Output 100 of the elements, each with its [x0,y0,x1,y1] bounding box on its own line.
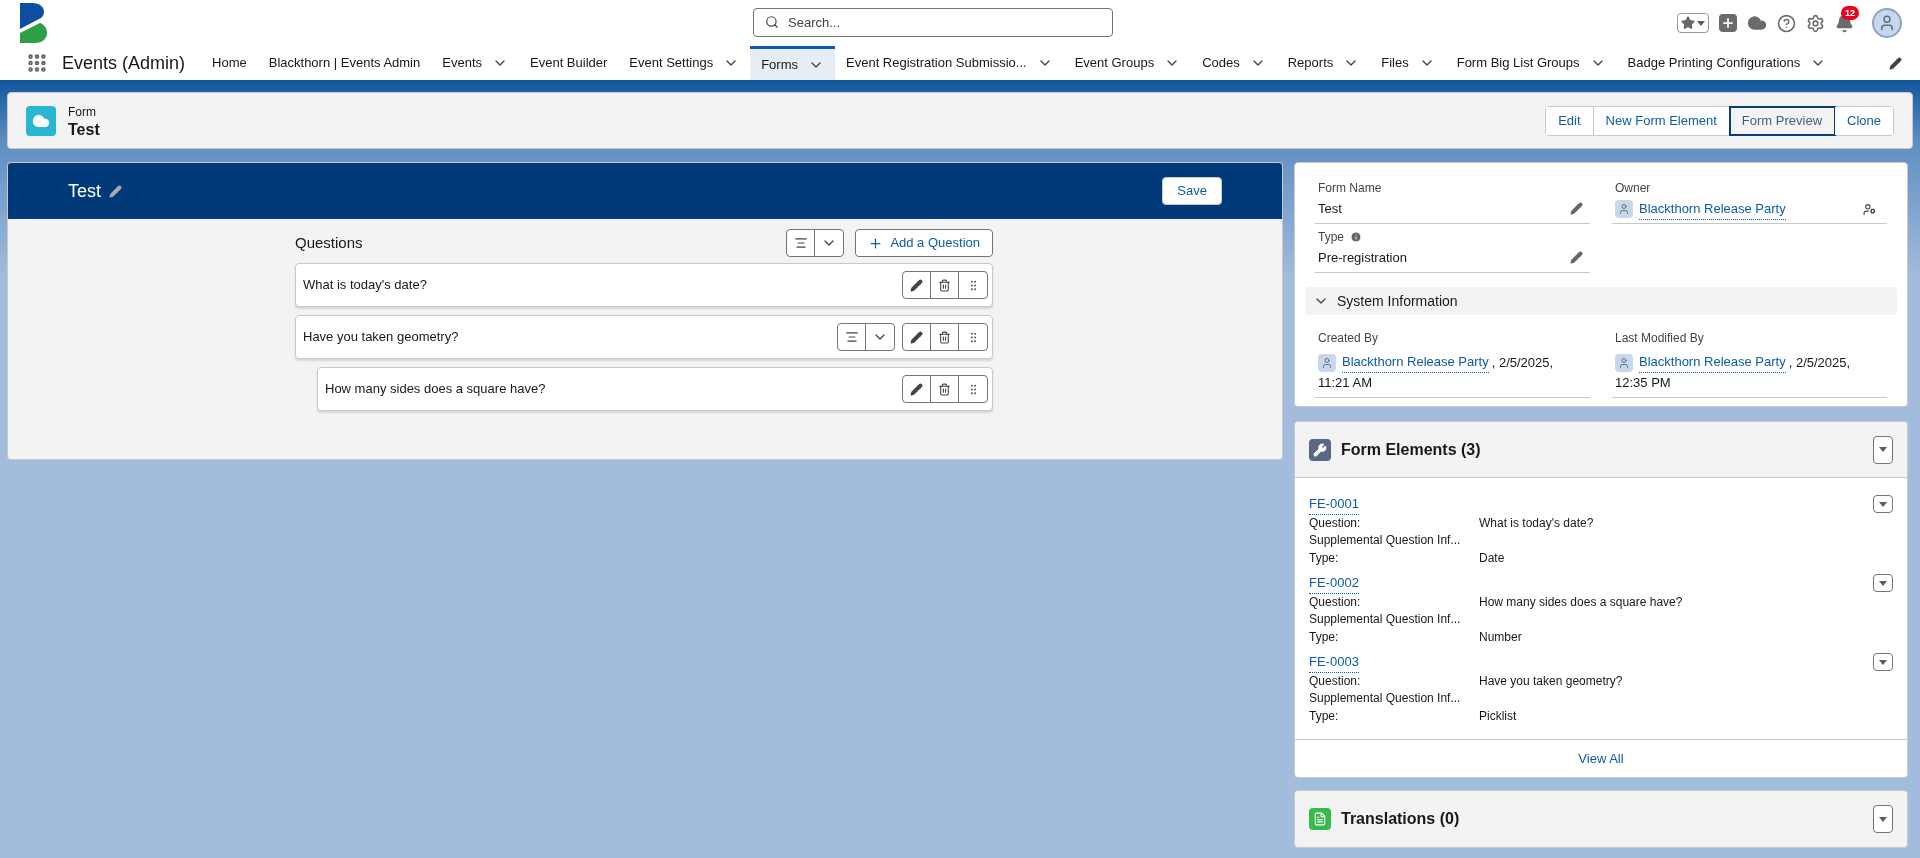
menu-button[interactable] [1873,435,1893,464]
nav-tab[interactable]: Blackthorn | Events Admin [257,46,432,80]
object-label: Form [68,103,97,121]
nav-tab[interactable]: Event Builder [519,46,619,80]
owner-link[interactable]: Blackthorn Release Party [1639,199,1786,220]
nav-tab[interactable]: Home [201,46,258,80]
logo-icon [18,3,48,43]
pencil-icon [910,330,923,344]
trash-icon [938,278,951,292]
settings-icon[interactable] [1806,13,1825,33]
caret-icon [1879,447,1887,452]
menu-button[interactable] [1873,653,1893,672]
row-value: Have you taken geometry? [1479,672,1623,690]
app-name: Events (Admin) [62,51,186,75]
time-text: 11:21 AM [1318,374,1373,392]
field-value: Pre-registration [1318,249,1407,267]
row-label: Supplemental Question Inf... [1309,690,1462,707]
avatar-icon[interactable] [1872,8,1902,38]
caret-icon [1879,816,1887,822]
view-all-link[interactable]: View All [1578,748,1624,769]
date-text: , 2/5/2025, [1788,353,1851,372]
trash-icon [938,330,951,344]
question-text: Have you taken geometry? [303,328,460,347]
card-title[interactable]: Form Elements (3) [1341,437,1481,462]
row-value: Date [1479,549,1505,567]
questions-heading: Questions [295,232,364,253]
nav-tab[interactable]: Event Groups [1063,46,1192,80]
avatar-icon [1615,353,1633,372]
row-label: Type: [1309,628,1340,646]
nav-tab[interactable]: Event Registration Submissio... [835,46,1064,80]
nav-tab[interactable]: Files [1370,46,1446,80]
row-label: Supplemental Question Inf... [1309,532,1462,549]
row-label: Supplemental Question Inf... [1309,611,1462,628]
align-icon [844,330,859,344]
card-title[interactable]: Translations (0) [1341,807,1460,831]
branching-control[interactable] [837,323,895,351]
info-icon[interactable] [1350,231,1362,243]
nav-tab[interactable]: Reports [1276,46,1371,80]
search-field[interactable]: Search... [753,8,1113,37]
element-link[interactable]: FE-0002 [1309,573,1359,594]
user-link[interactable]: Blackthorn Release Party [1342,352,1489,373]
nav-tab[interactable]: Event Settings [618,46,751,80]
search-icon [765,15,779,29]
star-icon [1681,16,1695,30]
question-card[interactable]: Have you taken geometry? [295,315,993,359]
document-icon [1309,808,1331,830]
user-link[interactable]: Blackthorn Release Party [1639,352,1786,373]
field-label: Last Modified By [1615,331,1704,345]
nav-tab[interactable]: Form Big List Groups [1445,46,1617,80]
pencil-icon[interactable] [1570,202,1583,216]
caret-icon [1879,580,1887,586]
notification-badge: 12 [1841,5,1859,20]
save-button[interactable]: Save [1162,177,1222,205]
row-value: Number [1479,628,1522,646]
pencil-icon[interactable] [109,184,122,198]
edit-nav-icon[interactable] [1889,56,1902,70]
row-value: Picklist [1479,707,1517,725]
field-label: Type [1318,229,1344,246]
nav-tab[interactable]: Events [431,46,519,80]
question-card[interactable]: How many sides does a square have? [317,367,993,411]
nav-tab[interactable]: Forms [750,46,835,80]
question-text: What is today's date? [303,276,428,295]
caret-icon [1697,20,1705,26]
favorites-button[interactable] [1677,13,1709,33]
add-icon[interactable] [1719,14,1737,32]
question-card[interactable]: What is today's date? [295,263,993,307]
row-label: Type: [1309,707,1340,725]
app-launcher-icon[interactable] [26,52,48,74]
action-button[interactable]: Edit [1546,106,1594,135]
row-label: Question: [1309,593,1362,611]
field-label: Owner [1615,180,1651,197]
row-value: What is today's date? [1479,514,1594,532]
record-title: Test [68,120,100,139]
row-label: Question: [1309,672,1362,690]
element-link[interactable]: FE-0001 [1309,494,1359,515]
form-icon [26,105,56,136]
add-question-button[interactable]: Add a Question [855,229,993,257]
nav-tab[interactable]: Badge Printing Configurations [1616,46,1838,80]
cloud-icon[interactable] [1747,13,1767,33]
builder-title: Test [68,179,101,203]
menu-button[interactable] [1873,574,1893,593]
trash-icon [938,382,951,396]
action-button[interactable]: Form Preview [1729,106,1836,135]
pencil-icon[interactable] [1570,251,1583,265]
menu-button[interactable] [1873,495,1893,514]
plus-icon [868,235,884,251]
wrench-icon [1309,438,1331,461]
change-owner-icon[interactable] [1863,202,1876,216]
action-button[interactable]: New Form Element [1593,106,1730,135]
time-text: 12:35 PM [1615,374,1672,392]
menu-button[interactable] [1873,805,1893,833]
nav-tab[interactable]: Codes [1191,46,1277,80]
sort-control[interactable] [786,229,845,257]
help-icon[interactable] [1777,13,1796,33]
element-link[interactable]: FE-0003 [1309,652,1359,673]
section-header[interactable]: System Information [1305,287,1897,315]
avatar-icon [1615,200,1633,219]
action-button[interactable]: Clone [1835,106,1893,135]
date-text: , 2/5/2025, [1491,353,1554,372]
row-value: How many sides does a square have? [1479,593,1683,611]
